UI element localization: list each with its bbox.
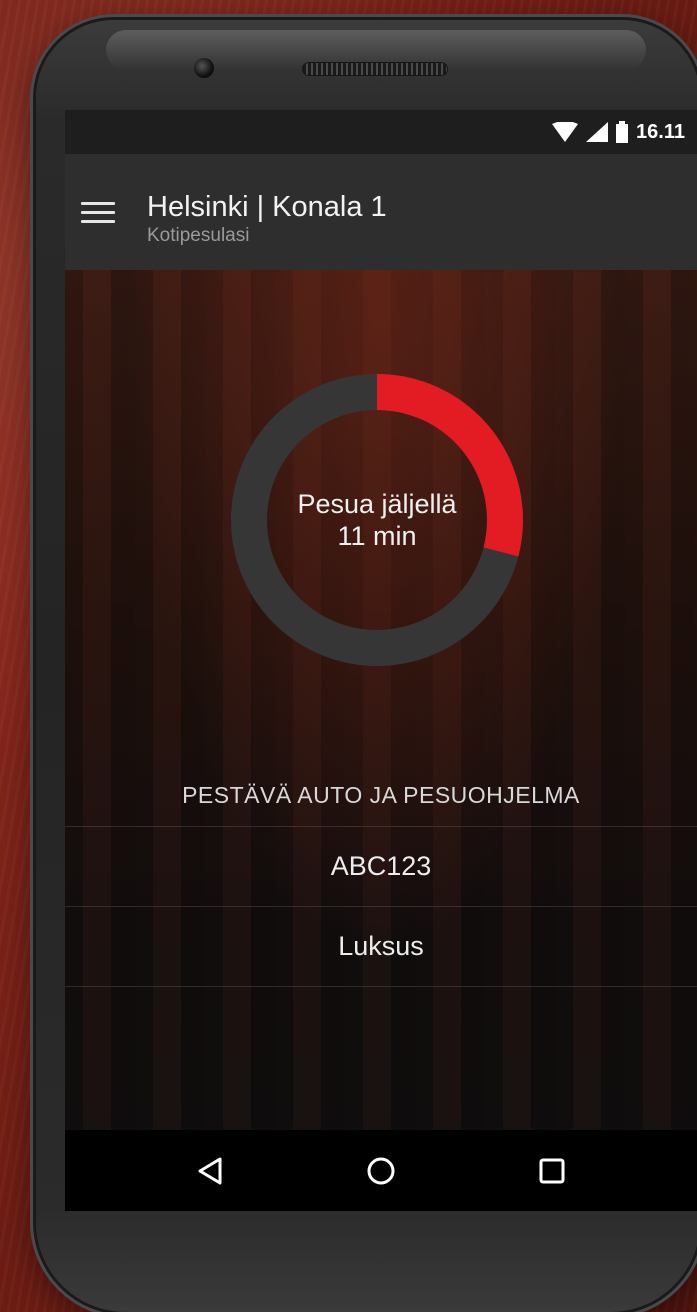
list-item-program[interactable]: Luksus bbox=[65, 906, 697, 986]
cell-signal-icon bbox=[586, 122, 609, 142]
app-titles: Helsinki | Konala 1 Kotipesulasi bbox=[147, 190, 387, 248]
menu-icon[interactable] bbox=[81, 192, 121, 232]
list-item-label: Luksus bbox=[338, 931, 424, 961]
home-icon[interactable] bbox=[351, 1141, 411, 1201]
progress-label: Pesua jäljellä 11 min bbox=[231, 374, 523, 666]
main-content: Pesua jäljellä 11 min PESTÄVÄ AUTO JA PE… bbox=[65, 270, 697, 1130]
section-header: PESTÄVÄ AUTO JA PESUOHJELMA bbox=[182, 782, 580, 808]
recents-icon[interactable] bbox=[522, 1141, 582, 1201]
wash-progress-ring: Pesua jäljellä 11 min bbox=[231, 374, 523, 666]
progress-label-line1: Pesua jäljellä bbox=[297, 489, 457, 519]
list-divider bbox=[65, 986, 697, 987]
screen: 16.11 Helsinki | Konala 1 Kotipesulasi P… bbox=[65, 110, 697, 1211]
navigation-bar bbox=[65, 1130, 697, 1211]
list-item-label: ABC123 bbox=[330, 851, 432, 881]
phone-frame: 16.11 Helsinki | Konala 1 Kotipesulasi P… bbox=[36, 20, 697, 1312]
status-time: 16.11 bbox=[636, 120, 685, 143]
front-camera bbox=[194, 58, 214, 78]
page-subtitle: Kotipesulasi bbox=[147, 225, 250, 246]
list-item-car[interactable]: ABC123 bbox=[65, 826, 697, 906]
page-title: Helsinki | Konala 1 bbox=[147, 191, 387, 223]
app-bar: Helsinki | Konala 1 Kotipesulasi bbox=[65, 154, 697, 270]
back-icon[interactable] bbox=[180, 1141, 240, 1201]
wifi-icon bbox=[552, 122, 579, 142]
battery-icon bbox=[616, 121, 629, 143]
earpiece-speaker bbox=[302, 62, 448, 76]
progress-label-line2: 11 min bbox=[337, 521, 417, 551]
status-bar: 16.11 bbox=[65, 110, 697, 154]
